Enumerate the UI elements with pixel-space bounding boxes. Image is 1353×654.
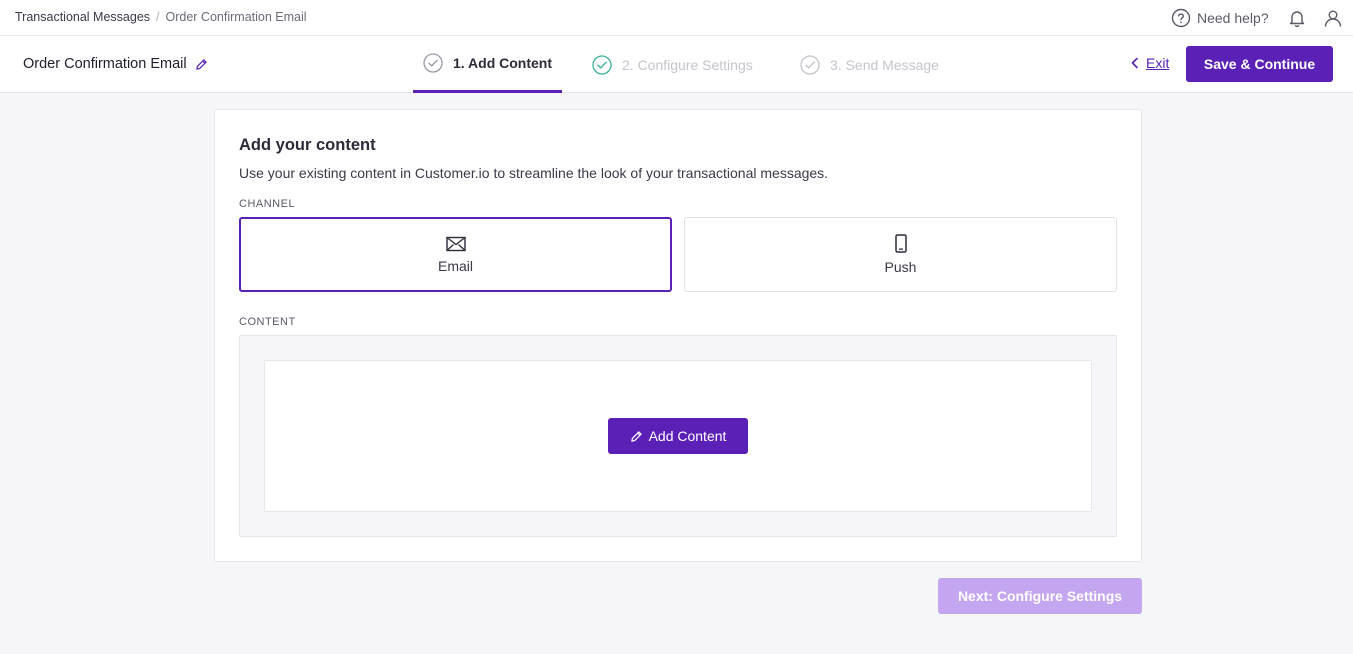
channel-label: CHANNEL	[239, 198, 296, 210]
chevron-left-icon	[1131, 57, 1138, 69]
card-description: Use your existing content in Customer.io…	[239, 165, 829, 181]
need-help-label: Need help?	[1197, 10, 1269, 26]
check-circle-icon	[423, 53, 443, 73]
user-icon[interactable]	[1323, 8, 1343, 28]
content-placeholder: Add Content	[264, 360, 1092, 512]
add-content-label: Add Content	[648, 428, 727, 444]
question-circle-icon	[1171, 8, 1191, 28]
add-content-card: Add your content Use your existing conte…	[214, 109, 1142, 562]
channel-email-label: Email	[437, 257, 473, 274]
message-title: Order Confirmation Email	[23, 56, 208, 72]
channel-email-option[interactable]: Email	[239, 217, 672, 292]
bell-icon[interactable]	[1287, 8, 1307, 28]
step-label: 1. Add Content	[453, 55, 553, 71]
exit-label: Exit	[1146, 55, 1170, 71]
envelope-icon	[445, 236, 466, 251]
breadcrumb-current: Order Confirmation Email	[165, 10, 307, 24]
step-label: 2. Configure Settings	[622, 56, 753, 73]
step-bar: Order Confirmation Email 1. Add Content …	[0, 36, 1353, 93]
check-circle-icon	[592, 54, 612, 75]
channel-push-option[interactable]: Push	[684, 217, 1117, 292]
content-area: Add Content	[239, 335, 1117, 537]
next-configure-settings-button[interactable]: Next: Configure Settings	[938, 578, 1142, 614]
step-label: 3. Send Message	[830, 56, 939, 73]
need-help-link[interactable]: Need help?	[1171, 8, 1269, 28]
message-title-label: Order Confirmation Email	[23, 56, 187, 72]
add-content-button[interactable]: Add Content	[608, 418, 748, 454]
tab-add-content[interactable]: 1. Add Content	[413, 36, 562, 93]
card-heading: Add your content	[239, 136, 376, 154]
breadcrumb-parent-link[interactable]: Transactional Messages	[15, 10, 150, 24]
exit-link[interactable]: Exit	[1130, 55, 1169, 71]
save-continue-button[interactable]: Save & Continue	[1186, 46, 1333, 82]
breadcrumb: Transactional Messages / Order Confirmatio…	[15, 10, 307, 24]
content-label: CONTENT	[239, 316, 296, 328]
tab-send-message[interactable]: 3. Send Message	[800, 36, 939, 93]
tab-configure-settings[interactable]: 2. Configure Settings	[592, 36, 753, 93]
top-bar: Transactional Messages / Order Confirmatio…	[0, 0, 1353, 36]
channel-push-label: Push	[884, 259, 917, 275]
mobile-phone-icon	[894, 234, 907, 253]
pencil-icon[interactable]	[195, 58, 208, 71]
breadcrumb-separator: /	[156, 10, 160, 24]
check-circle-icon	[800, 54, 820, 75]
pencil-icon	[630, 430, 642, 442]
